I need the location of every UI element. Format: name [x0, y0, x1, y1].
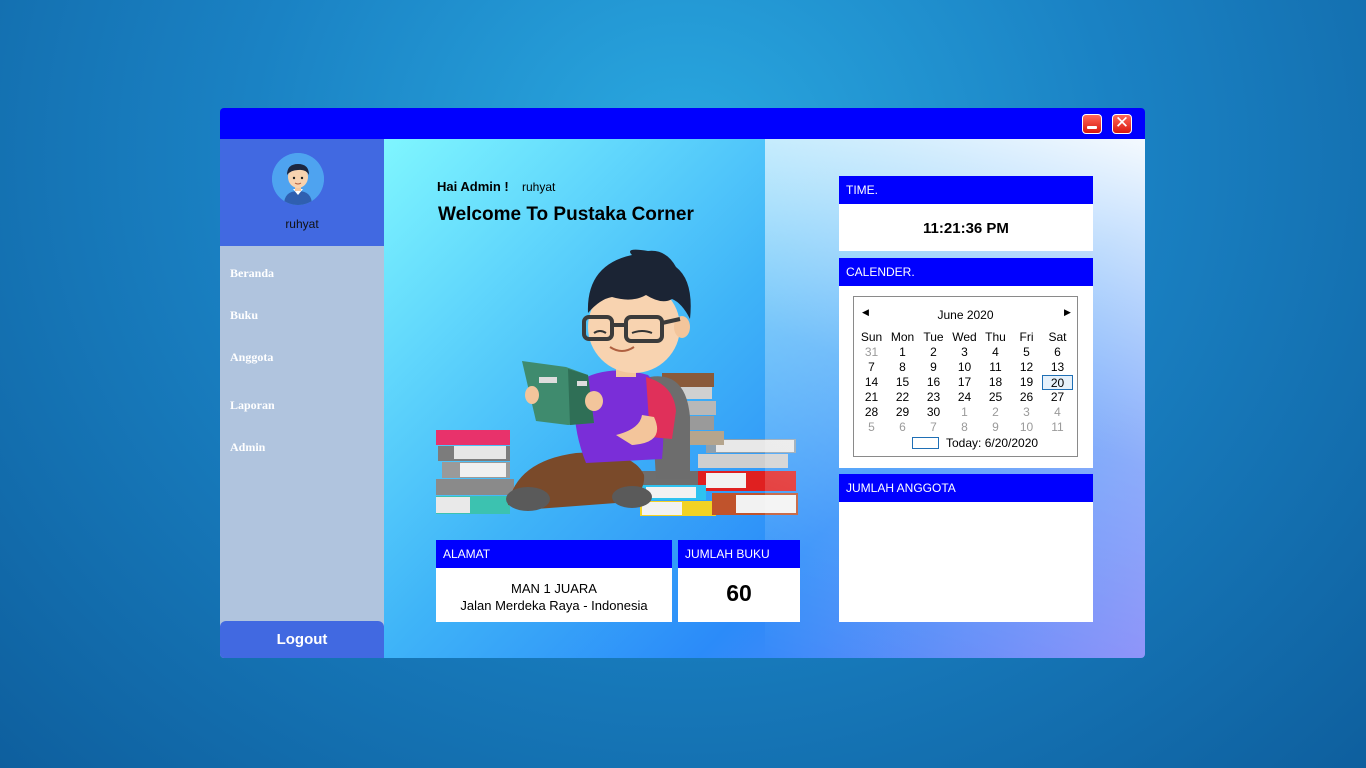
calendar-card: CALENDER. ◀ June 2020 ▶ Sun Mon Tue Wed Thu F…: [839, 258, 1093, 468]
calendar-day[interactable]: 10: [949, 360, 980, 375]
greeting-username: ruhyat: [522, 180, 556, 194]
jumlah-buku-header: JUMLAH BUKU: [678, 540, 800, 568]
alamat-header: ALAMAT: [436, 540, 672, 568]
calendar-day[interactable]: 31: [856, 345, 887, 360]
nav-item-anggota[interactable]: Anggota: [230, 350, 273, 365]
calendar-weekday-row: Sun Mon Tue Wed Thu Fri Sat: [856, 330, 1075, 345]
logout-button[interactable]: Logout: [220, 621, 384, 658]
calendar-widget[interactable]: ◀ June 2020 ▶ Sun Mon Tue Wed Thu Fri Sat 31 1 2 3…: [853, 296, 1078, 457]
calendar-week-row: 31 1 2 3 4 5 6: [856, 345, 1075, 360]
calendar-day[interactable]: 2: [918, 345, 949, 360]
jumlah-anggota-card: JUMLAH ANGGOTA: [839, 474, 1093, 622]
calendar-weekday: Mon: [890, 330, 915, 344]
time-card: TIME. 11:21:36 PM: [839, 176, 1093, 251]
calendar-day[interactable]: 7: [856, 360, 887, 375]
calendar-day[interactable]: 25: [980, 390, 1011, 405]
calendar-day[interactable]: 22: [887, 390, 918, 405]
calendar-weekday: Fri: [1019, 330, 1034, 344]
sidebar: ruhyat Beranda Buku Anggota Laporan Admi…: [220, 139, 384, 658]
calendar-day[interactable]: 1: [949, 405, 980, 420]
calendar-week-row: 28 29 30 1 2 3 4: [856, 405, 1075, 420]
calendar-day[interactable]: 1: [887, 345, 918, 360]
calendar-day[interactable]: 6: [1042, 345, 1073, 360]
calendar-day[interactable]: 24: [949, 390, 980, 405]
calendar-day[interactable]: 27: [1042, 390, 1073, 405]
calendar-day[interactable]: 4: [980, 345, 1011, 360]
time-header: TIME.: [839, 176, 1093, 204]
calendar-day[interactable]: 3: [1011, 405, 1042, 420]
calendar-next-icon[interactable]: ▶: [1064, 307, 1071, 318]
profile-name: ruhyat: [285, 217, 319, 231]
alamat-card: ALAMAT MAN 1 JUARA Jalan Merdeka Raya - …: [436, 540, 672, 622]
calendar-header: CALENDER.: [839, 258, 1093, 286]
calendar-weekday: Thu: [985, 330, 1006, 344]
welcome-title: Welcome To Pustaka Corner: [438, 204, 694, 225]
calendar-day[interactable]: 6: [887, 420, 918, 435]
user-avatar-icon: [272, 153, 324, 205]
calendar-weekday: Wed: [952, 330, 977, 344]
main-content: Hai Admin ! ruhyat Welcome To Pustaka Co…: [384, 139, 1145, 658]
calendar-day[interactable]: 7: [918, 420, 949, 435]
calendar-day[interactable]: 23: [918, 390, 949, 405]
calendar-week-row: 5 6 7 8 9 10 11: [856, 420, 1075, 435]
calendar-day[interactable]: 28: [856, 405, 887, 420]
calendar-day[interactable]: 18: [980, 375, 1011, 390]
alamat-line2: Jalan Merdeka Raya - Indonesia: [460, 598, 648, 613]
calendar-day[interactable]: 15: [887, 375, 918, 390]
calendar-day[interactable]: 4: [1042, 405, 1073, 420]
calendar-day[interactable]: 5: [1011, 345, 1042, 360]
calendar-weekday: Sun: [860, 330, 883, 344]
calendar-today-label[interactable]: Today: 6/20/2020: [946, 436, 1038, 450]
calendar-month-label[interactable]: June 2020: [854, 308, 1077, 322]
greeting-text: Hai Admin !: [437, 179, 509, 194]
time-value: 11:21:36 PM: [923, 220, 1009, 237]
calendar-day[interactable]: 16: [918, 375, 949, 390]
calendar-day[interactable]: 30: [918, 405, 949, 420]
calendar-day[interactable]: 8: [887, 360, 918, 375]
jumlah-buku-value: 60: [726, 580, 752, 606]
calendar-day[interactable]: 5: [856, 420, 887, 435]
calendar-day[interactable]: 12: [1011, 360, 1042, 375]
calendar-day[interactable]: 9: [918, 360, 949, 375]
title-bar[interactable]: ✕: [220, 108, 1145, 139]
jumlah-anggota-header: JUMLAH ANGGOTA: [839, 474, 1093, 502]
calendar-day[interactable]: 13: [1042, 360, 1073, 375]
student-reading-book-icon: [436, 247, 800, 527]
calendar-day[interactable]: 8: [949, 420, 980, 435]
calendar-week-row: 21 22 23 24 25 26 27: [856, 390, 1075, 405]
calendar-today-marker: [912, 437, 939, 449]
calendar-day[interactable]: 19: [1011, 375, 1042, 390]
profile-panel: ruhyat: [220, 139, 384, 246]
calendar-day[interactable]: 29: [887, 405, 918, 420]
jumlah-buku-card: JUMLAH BUKU 60: [678, 540, 800, 622]
calendar-day[interactable]: 14: [856, 375, 887, 390]
calendar-day[interactable]: 11: [1042, 420, 1073, 435]
calendar-week-row: 14 15 16 17 18 19 20: [856, 375, 1075, 390]
calendar-day[interactable]: 17: [949, 375, 980, 390]
nav-item-beranda[interactable]: Beranda: [230, 266, 274, 281]
calendar-day[interactable]: 9: [980, 420, 1011, 435]
minimize-icon[interactable]: [1082, 114, 1102, 134]
calendar-weekday: Tue: [923, 330, 944, 344]
nav-item-admin[interactable]: Admin: [230, 440, 265, 455]
alamat-line1: MAN 1 JUARA: [511, 581, 597, 596]
calendar-weekday: Sat: [1048, 330, 1067, 344]
calendar-day[interactable]: 2: [980, 405, 1011, 420]
calendar-day[interactable]: 3: [949, 345, 980, 360]
nav-item-buku[interactable]: Buku: [230, 308, 258, 323]
app-window: ✕ ruhyat Beranda Buku Anggota Laporan Ad…: [220, 108, 1145, 658]
calendar-day[interactable]: 21: [856, 390, 887, 405]
calendar-day[interactable]: 20: [1042, 375, 1073, 390]
alamat-text: MAN 1 JUARA Jalan Merdeka Raya - Indones…: [436, 580, 672, 614]
close-icon[interactable]: ✕: [1112, 113, 1132, 134]
calendar-day[interactable]: 26: [1011, 390, 1042, 405]
calendar-day[interactable]: 10: [1011, 420, 1042, 435]
calendar-grid: Sun Mon Tue Wed Thu Fri Sat 31 1 2 3 4 5 6 7 8 9 10 11 12 13…: [856, 330, 1075, 435]
calendar-week-row: 7 8 9 10 11 12 13: [856, 360, 1075, 375]
nav-item-laporan[interactable]: Laporan: [230, 398, 275, 413]
calendar-day[interactable]: 11: [980, 360, 1011, 375]
